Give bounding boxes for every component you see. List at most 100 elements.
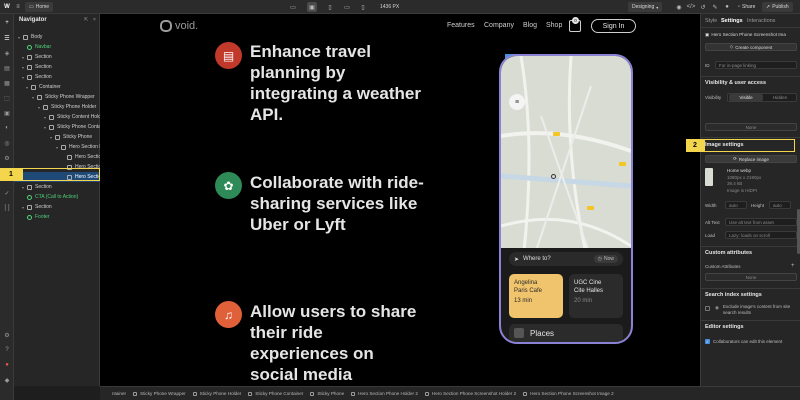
brackets-icon[interactable]: [ ]: [2, 203, 12, 213]
webflow-logo-icon[interactable]: W: [2, 2, 12, 12]
visibility-section-title[interactable]: Visibility & user access: [705, 80, 766, 86]
navigator-item[interactable]: ▾ Sticky Phone Holder: [14, 102, 100, 112]
mobile-landscape-icon[interactable]: ▭: [342, 2, 352, 12]
avatar[interactable]: ●: [722, 2, 732, 12]
breadcrumb-item[interactable]: Sticky Phone Container: [248, 391, 303, 396]
tab-settings[interactable]: Settings: [721, 18, 743, 24]
breadcrumb-item[interactable]: Sticky Phone Wrapper: [133, 391, 186, 396]
editor-checkbox[interactable]: ✓: [705, 339, 710, 344]
close-icon[interactable]: ×: [93, 17, 96, 23]
replace-image-button[interactable]: ⟳ Replace image: [705, 155, 797, 163]
navigator-item[interactable]: ▾Sticky Content Holder: [14, 112, 100, 122]
mobile-portrait-icon[interactable]: ▯: [358, 2, 368, 12]
hamburger-menu-icon[interactable]: ≡: [509, 94, 525, 110]
navigator-item[interactable]: ▾ Section: [14, 182, 100, 192]
menu-icon[interactable]: ≡: [13, 2, 23, 12]
tablet-breakpoint-icon[interactable]: ▯: [325, 2, 335, 12]
navigator-item[interactable]: ▾ Body: [14, 32, 100, 42]
tab-style[interactable]: Style: [705, 18, 717, 24]
custom-attributes-title[interactable]: Custom attributes: [705, 250, 752, 256]
preview-icon[interactable]: ◉: [674, 2, 684, 12]
user-access-none[interactable]: None: [705, 123, 797, 131]
navigator-item[interactable]: Hero Section: [14, 152, 100, 162]
cms-icon[interactable]: ▦: [2, 78, 12, 88]
assets-icon[interactable]: ▣: [2, 108, 12, 118]
sign-in-button[interactable]: Sign In: [591, 19, 636, 33]
navigator-item[interactable]: ▾ Container: [14, 82, 100, 92]
navigator-item[interactable]: ▾ Section: [14, 72, 100, 82]
base-breakpoint-icon[interactable]: ▣: [307, 2, 317, 12]
image-filename: Home webp: [727, 168, 752, 173]
components-icon[interactable]: ◈: [2, 48, 12, 58]
site-logo[interactable]: void.: [160, 20, 198, 32]
height-input[interactable]: auto: [769, 201, 791, 209]
record-icon[interactable]: ●: [2, 360, 12, 370]
divider: [701, 288, 800, 289]
collapse-icon[interactable]: ⇱: [84, 17, 88, 23]
navigator-item[interactable]: ▾ Section: [14, 202, 100, 212]
places-card[interactable]: Places: [509, 324, 623, 342]
audit-icon[interactable]: ✓: [2, 188, 12, 198]
destination-card-1[interactable]: Angelina Paris Cafe 13 min: [509, 274, 563, 318]
width-input[interactable]: auto: [725, 201, 747, 209]
breadcrumb-prefix[interactable]: ntainer: [112, 391, 126, 396]
publish-button[interactable]: ➚ Publish: [762, 2, 793, 12]
navigator-item[interactable]: ▾ Sticky Phone Wrapper: [14, 92, 100, 102]
share-button[interactable]: ◔ Share: [733, 2, 759, 12]
history-icon[interactable]: ↺: [698, 2, 708, 12]
alt-text-select[interactable]: Use alt text from asset: [725, 218, 797, 226]
breadcrumb-item[interactable]: Hero Section Phone Screenshot Holder 2: [424, 391, 516, 396]
hidden-option[interactable]: Hidden: [764, 94, 796, 101]
navigator-icon[interactable]: ☰: [2, 33, 12, 43]
load-select[interactable]: Lazy: loads on scroll: [725, 231, 797, 239]
navigator-item[interactable]: ▾Hero Section Phone: [14, 142, 100, 152]
rocket-icon: ➚: [766, 4, 771, 10]
navigator-item[interactable]: ▾ Sticky Phone: [14, 132, 100, 142]
breadcrumb-item[interactable]: Sticky Phone Holder: [192, 391, 241, 396]
where-to-search[interactable]: ➤ Where to? ◷ Now: [509, 252, 623, 266]
desktop-breakpoint-icon[interactable]: ▭: [288, 2, 298, 12]
variables-icon[interactable]: ◎: [2, 138, 12, 148]
code-icon[interactable]: </>: [686, 2, 696, 12]
nav-link-features[interactable]: Features: [447, 22, 475, 29]
navigator-item[interactable]: Navbar: [14, 42, 100, 52]
id-input[interactable]: For in-page linking: [715, 61, 797, 69]
comments-icon[interactable]: ✎: [710, 2, 720, 12]
create-component-button[interactable]: ◇ Create component: [705, 43, 797, 51]
styles-icon[interactable]: ◐: [2, 123, 12, 133]
breadcrumb-item[interactable]: Sticky Phone: [310, 391, 344, 396]
navigator-item[interactable]: ▾Sticky Phone Container: [14, 122, 100, 132]
element-icon: [55, 134, 60, 140]
add-elements-icon[interactable]: +: [2, 18, 12, 28]
help-icon[interactable]: ?: [2, 345, 12, 355]
element-icon: [37, 94, 42, 100]
pages-icon[interactable]: ▤: [2, 63, 12, 73]
destination-card-2[interactable]: UGC Cine Cite Halles 20 min: [569, 274, 623, 318]
ecommerce-icon[interactable]: ⬚: [2, 93, 12, 103]
mode-selector[interactable]: Designing ▾: [628, 2, 663, 12]
navigator-item[interactable]: ▾ Section: [14, 62, 100, 72]
nav-link-shop[interactable]: Shop: [546, 22, 562, 29]
tab-interactions[interactable]: Interactions: [747, 18, 775, 24]
breadcrumb-item[interactable]: Hero Section Phone Screenshot Image 2: [523, 391, 614, 396]
visible-option[interactable]: Visible: [729, 94, 763, 101]
navigator-item[interactable]: Footer: [14, 212, 100, 222]
settings-icon[interactable]: ⚙: [2, 153, 12, 163]
element-name-text: Hero Section Phone Screenshot Ima: [711, 32, 786, 37]
add-attribute-icon[interactable]: +: [791, 263, 795, 269]
navigator-item[interactable]: ▾ Section: [14, 52, 100, 62]
nav-link-blog[interactable]: Blog: [523, 22, 537, 29]
breadcrumb-item[interactable]: Hero Section Phone Holder 2: [351, 391, 418, 396]
phone-screenshot-image[interactable]: ≡ ➤ Where to? ◷ Now Angelina Paris Cafe …: [499, 54, 633, 344]
editor-settings-title[interactable]: Editor settings: [705, 324, 744, 330]
search-index-title[interactable]: Search index settings: [705, 292, 762, 298]
navigator-item[interactable]: CTA (Call to Action): [14, 192, 100, 202]
gear-icon[interactable]: ⚙: [2, 330, 12, 340]
nav-link-company[interactable]: Company: [484, 22, 514, 29]
lock-icon[interactable]: ◆: [2, 375, 12, 385]
page-selector-button[interactable]: ▭ Home: [25, 2, 54, 12]
design-canvas[interactable]: void. Features Company Blog Shop 0 Sign …: [100, 14, 700, 386]
navigator-item-label: Section: [35, 74, 52, 80]
now-pill[interactable]: ◷ Now: [593, 255, 618, 263]
exclude-search-checkbox[interactable]: [705, 306, 710, 311]
